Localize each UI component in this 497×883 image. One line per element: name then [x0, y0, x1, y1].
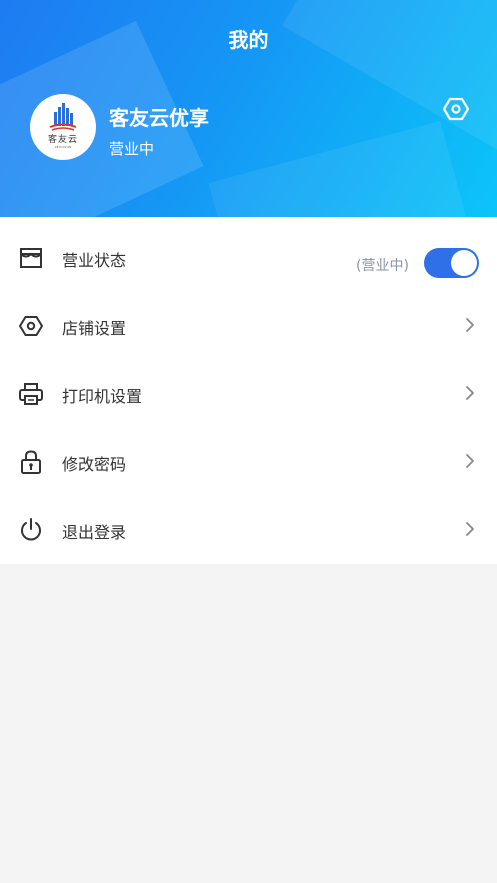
- lock-icon: [21, 450, 41, 474]
- avatar[interactable]: 客友云 KEYOUYUN: [30, 94, 96, 160]
- menu-list: 营业状态 (营业中) 店铺设置 打印机设置 修改密码 退出登录: [0, 217, 497, 564]
- printer-icon: [19, 383, 43, 405]
- business-status-toggle[interactable]: [424, 248, 479, 278]
- menu-item-label: 退出登录: [62, 523, 127, 542]
- header-decoration: [208, 120, 472, 217]
- chevron-right-icon: [466, 318, 474, 332]
- store-name: 客友云优享: [109, 106, 209, 130]
- menu-item-logout[interactable]: 退出登录: [0, 495, 497, 563]
- storefront-icon: [20, 248, 42, 268]
- avatar-logo-text: 客友云: [47, 135, 78, 145]
- hexagon-gear-icon: [442, 97, 470, 121]
- store-status: 营业中: [109, 140, 155, 158]
- toggle-knob: [451, 250, 477, 276]
- avatar-logo-subtext: KEYOUYUN: [54, 145, 72, 149]
- chevron-right-icon: [466, 454, 474, 468]
- city-skyline-icon: [49, 103, 77, 131]
- menu-item-label: 营业状态: [62, 251, 127, 270]
- chevron-right-icon: [466, 386, 474, 400]
- menu-item-change-password[interactable]: 修改密码: [0, 427, 497, 495]
- menu-item-label: 修改密码: [62, 455, 127, 474]
- page-title: 我的: [228, 28, 269, 52]
- profile-header: 我的 客友云 KEYOUYUN 客友云优享 营业中: [0, 0, 497, 217]
- business-status-note: (营业中): [356, 258, 409, 274]
- menu-item-label: 打印机设置: [62, 387, 143, 406]
- menu-item-label: 店铺设置: [62, 319, 127, 338]
- hexagon-gear-icon: [19, 316, 43, 336]
- menu-item-printer-settings[interactable]: 打印机设置: [0, 359, 497, 427]
- settings-button[interactable]: [442, 95, 470, 123]
- menu-item-business-status: 营业状态 (营业中): [0, 223, 497, 291]
- chevron-right-icon: [466, 522, 474, 536]
- menu-item-store-settings[interactable]: 店铺设置: [0, 291, 497, 359]
- power-icon: [21, 518, 41, 541]
